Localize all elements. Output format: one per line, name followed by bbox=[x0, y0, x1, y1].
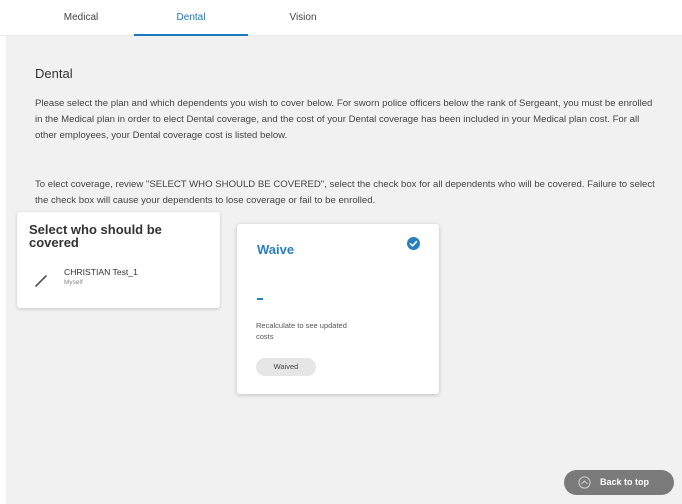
back-to-top-button[interactable]: Back to top bbox=[564, 470, 674, 495]
tab-medical[interactable]: Medical bbox=[38, 0, 124, 36]
checkbox-slash-icon bbox=[35, 275, 47, 287]
tab-vision[interactable]: Vision bbox=[262, 0, 344, 36]
select-covered-card: Select who should be covered CHRISTIAN T… bbox=[17, 212, 220, 308]
plan-cost bbox=[257, 298, 263, 300]
covered-card-title: Select who should be covered bbox=[29, 222, 162, 250]
tab-dental[interactable]: Dental bbox=[134, 0, 248, 36]
section-heading: Dental bbox=[35, 66, 73, 81]
dependent-checkbox[interactable] bbox=[34, 274, 48, 288]
intro-paragraph: Please select the plan and which depende… bbox=[35, 98, 653, 141]
benefit-tabs: Medical Dental Vision bbox=[0, 0, 682, 36]
waive-plan-card[interactable]: Waive Recalculate to see updated costs W… bbox=[237, 224, 439, 394]
dependent-relation: Myself bbox=[64, 279, 83, 286]
recalculate-note: Recalculate to see updated costs bbox=[256, 321, 347, 341]
instructions-paragraph: To elect coverage, review "SELECT WHO SH… bbox=[35, 179, 655, 206]
plan-title: Waive bbox=[257, 242, 295, 257]
dependent-name: CHRISTIAN Test_1 bbox=[64, 267, 138, 277]
status-badge: Waived bbox=[256, 358, 316, 376]
back-to-top-label: Back to top bbox=[600, 477, 650, 487]
dental-section: Dental Please select the plan and which … bbox=[6, 36, 682, 504]
arrow-up-circle-icon bbox=[578, 476, 591, 489]
selected-check-icon bbox=[407, 237, 420, 250]
